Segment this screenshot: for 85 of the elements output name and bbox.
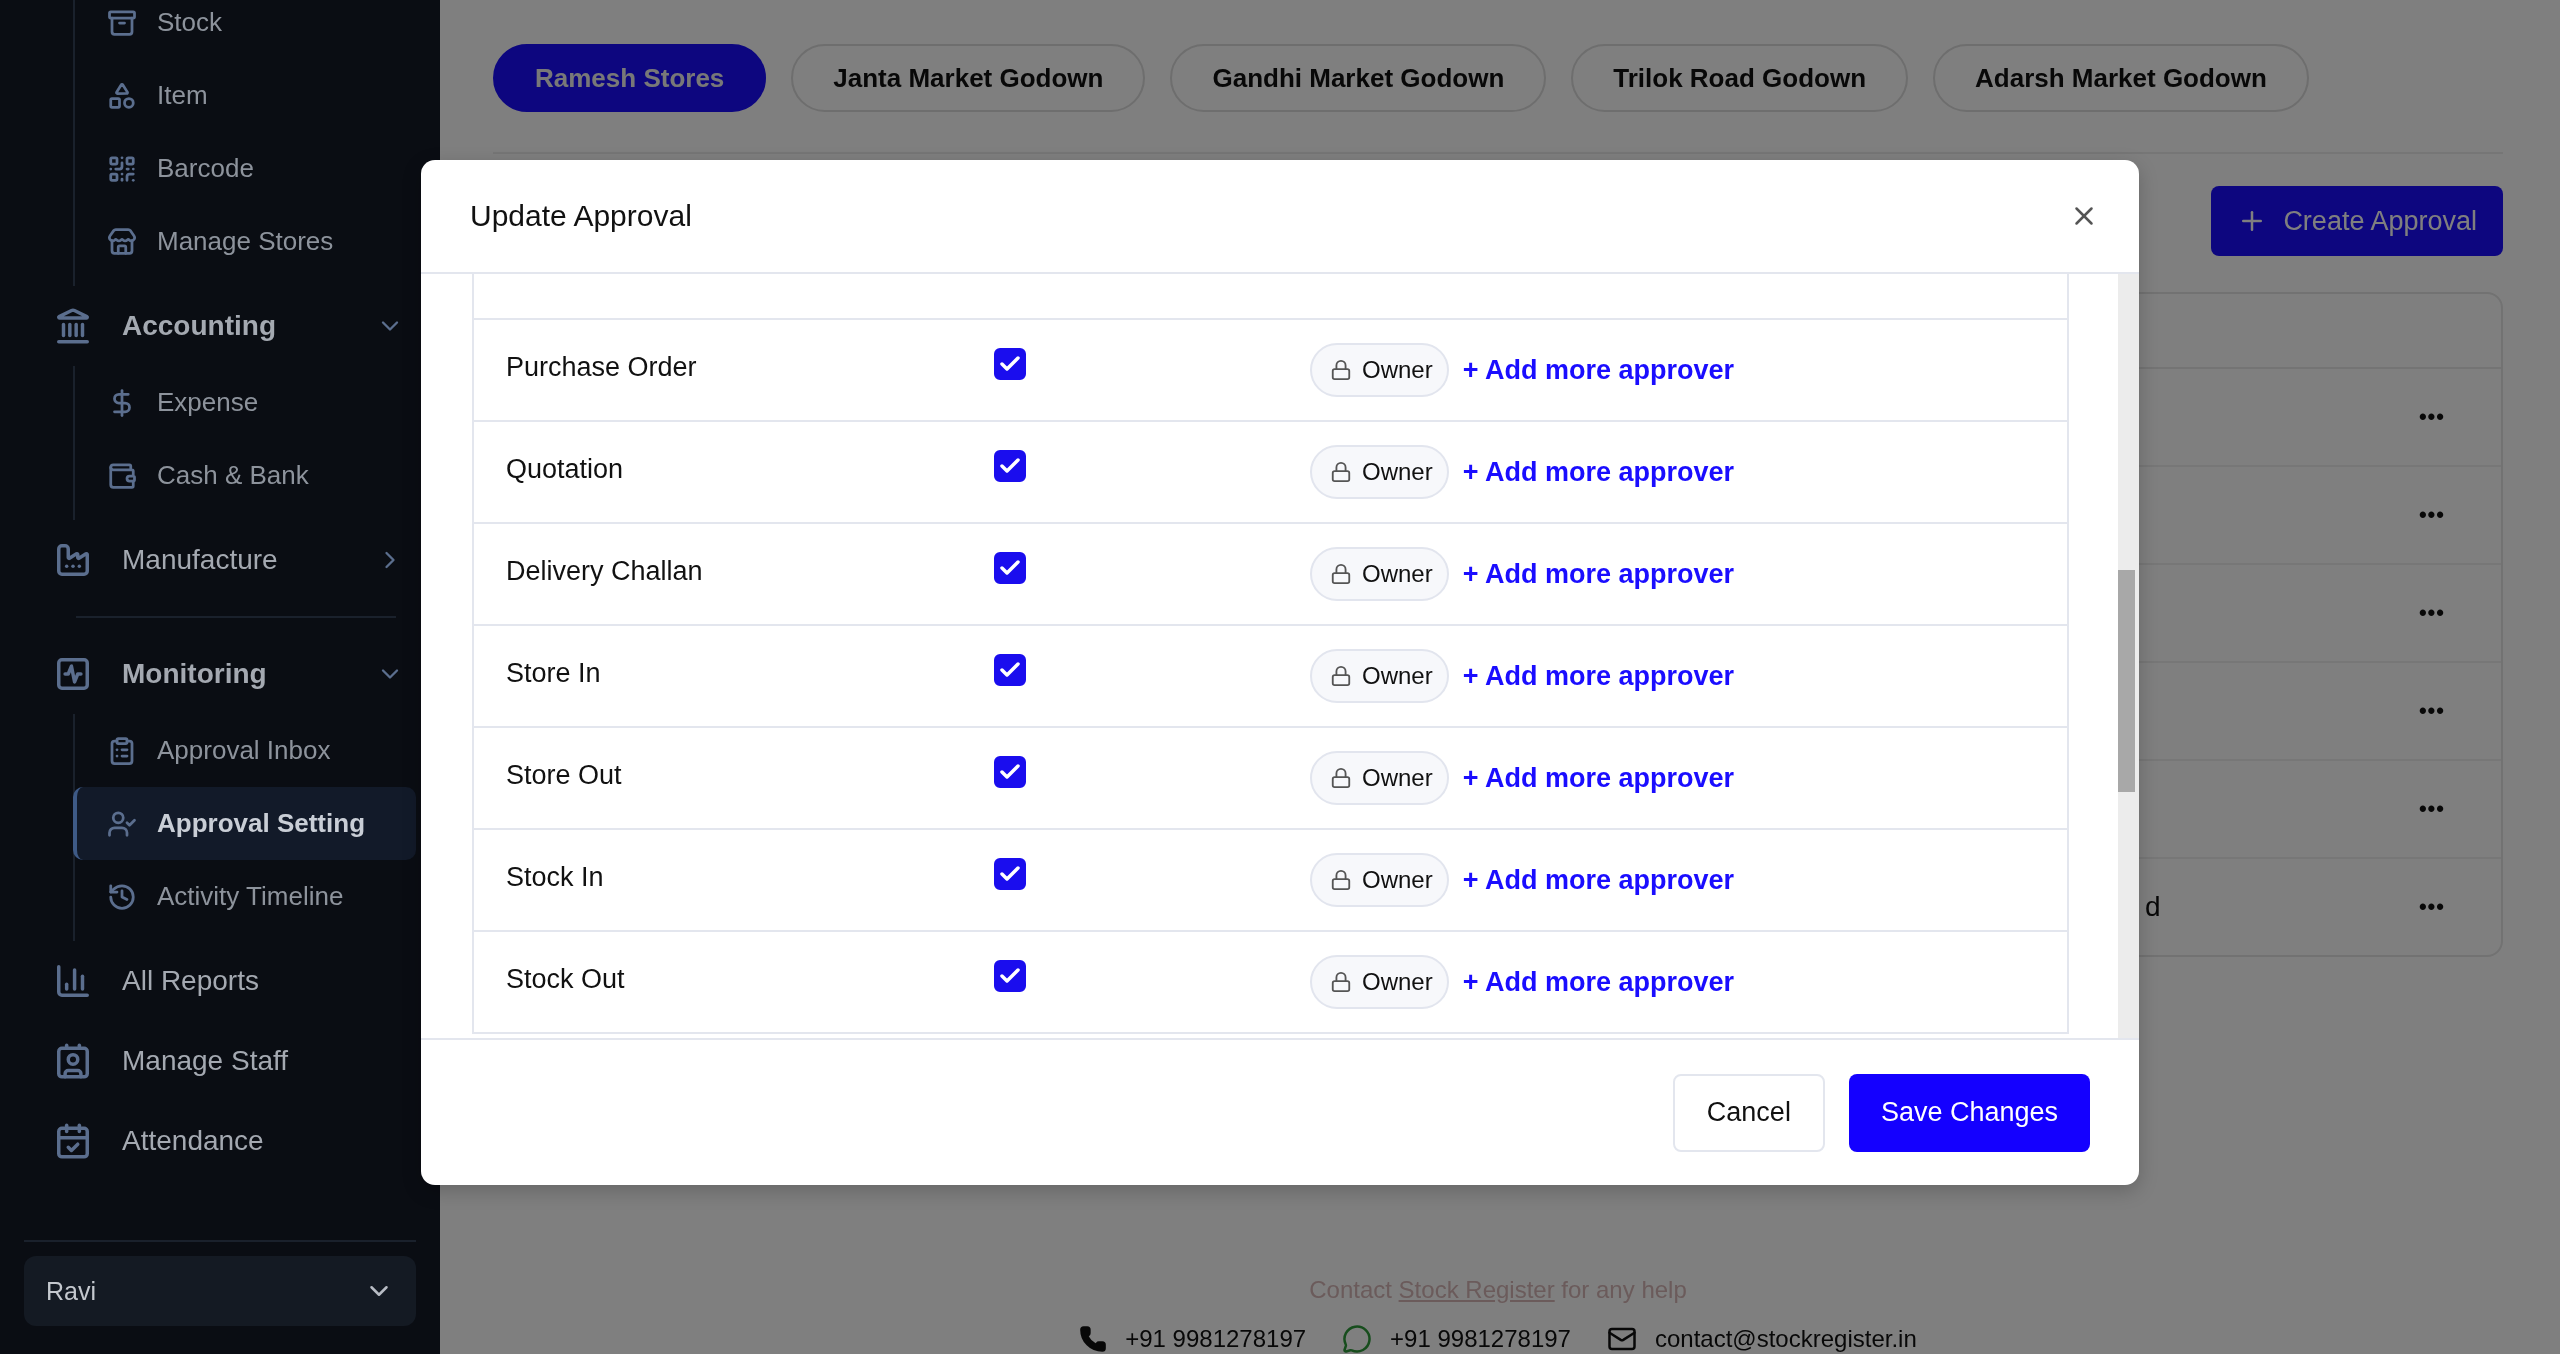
lock-icon xyxy=(1330,869,1352,891)
user-select[interactable]: Ravi xyxy=(24,1256,416,1326)
store-tab[interactable]: Ramesh Stores xyxy=(493,44,767,112)
store-tab[interactable]: Trilok Road Godown xyxy=(1571,44,1909,112)
add-approver-link[interactable]: + Add more approver xyxy=(1462,660,1734,692)
email-address: contact@stockregister.in xyxy=(1654,1325,1917,1353)
approval-checkbox[interactable] xyxy=(994,552,1026,584)
approver-chip: Owner xyxy=(1310,547,1449,601)
more-menu[interactable]: ••• xyxy=(2418,600,2445,626)
more-menu[interactable]: ••• xyxy=(2418,796,2445,822)
approver-chip: Owner xyxy=(1310,751,1449,805)
sidebar-section[interactable]: Accounting xyxy=(24,286,416,366)
add-approver-link[interactable]: + Add more approver xyxy=(1462,864,1734,896)
wallet-icon xyxy=(107,460,137,491)
approval-checkbox[interactable] xyxy=(994,654,1026,686)
sidebar-item[interactable]: Stock xyxy=(73,0,416,59)
store-tab[interactable]: Gandhi Market Godown xyxy=(1170,44,1547,112)
more-menu[interactable]: ••• xyxy=(2418,894,2445,920)
sidebar-section[interactable]: Monitoring xyxy=(24,634,416,714)
approver-chip: Owner xyxy=(1310,445,1449,499)
cancel-button[interactable]: Cancel xyxy=(1672,1073,1825,1152)
approval-checkbox[interactable] xyxy=(994,858,1026,890)
history-icon xyxy=(107,881,137,912)
activity-icon xyxy=(54,655,92,693)
document-type: Store In xyxy=(506,657,602,689)
add-approver-link[interactable]: + Add more approver xyxy=(1462,966,1734,998)
store-tab[interactable]: Adarsh Market Godown xyxy=(1933,44,2309,112)
document-type: Stock Out xyxy=(506,963,626,995)
more-menu[interactable]: ••• xyxy=(2418,502,2445,528)
sidebar-item[interactable]: Cash & Bank xyxy=(73,439,416,512)
dialog-title: Update Approval xyxy=(470,199,692,233)
sidebar-item[interactable]: Approval Inbox xyxy=(73,714,416,787)
approver-chip: Owner xyxy=(1310,955,1449,1009)
bar-chart-icon xyxy=(54,962,92,1000)
lock-icon xyxy=(1330,665,1352,687)
sidebar-section[interactable]: Manufacture xyxy=(24,520,416,600)
table-cell: d xyxy=(2145,891,2161,923)
phone-icon xyxy=(1079,1325,1108,1353)
bank-icon xyxy=(54,307,92,345)
approver-chip: Owner xyxy=(1310,343,1449,397)
create-approval-button[interactable]: Create Approval xyxy=(2211,186,2503,256)
store-tab[interactable]: Janta Market Godown xyxy=(791,44,1146,112)
lock-icon xyxy=(1330,359,1352,381)
sidebar-item[interactable]: All Reports xyxy=(24,941,416,1021)
scrollbar-thumb[interactable] xyxy=(2118,570,2135,792)
factory-icon xyxy=(54,541,92,579)
shapes-icon xyxy=(107,80,137,111)
calendar-icon xyxy=(54,1122,92,1160)
document-type: Stock In xyxy=(506,861,605,893)
sidebar-item[interactable]: Approval Setting xyxy=(73,787,416,860)
approver-chip: Owner xyxy=(1310,853,1449,907)
lock-icon xyxy=(1330,563,1352,585)
user-check-icon xyxy=(107,808,137,839)
sidebar-item[interactable]: Manage Staff xyxy=(24,1021,416,1101)
lock-icon xyxy=(1330,461,1352,483)
document-type: Quotation xyxy=(506,453,625,485)
add-approver-link[interactable]: + Add more approver xyxy=(1462,354,1734,386)
more-menu[interactable]: ••• xyxy=(2418,404,2445,430)
add-approver-link[interactable]: + Add more approver xyxy=(1462,456,1734,488)
more-menu[interactable]: ••• xyxy=(2418,698,2445,724)
add-approver-link[interactable]: + Add more approver xyxy=(1462,762,1734,794)
store-icon xyxy=(107,226,137,257)
sidebar-item[interactable]: Barcode xyxy=(73,132,416,205)
sidebar-item[interactable]: Expense xyxy=(73,366,416,439)
sidebar-item[interactable]: Item xyxy=(73,59,416,132)
approval-checkbox[interactable] xyxy=(994,450,1026,482)
id-card-icon xyxy=(54,1042,92,1080)
document-type: Store Out xyxy=(506,759,623,791)
save-changes-button[interactable]: Save Changes xyxy=(1848,1073,2090,1152)
sidebar-item[interactable]: Manage Stores xyxy=(73,205,416,278)
qr-code-icon xyxy=(107,153,137,184)
approver-chip: Owner xyxy=(1310,649,1449,703)
approval-checkbox[interactable] xyxy=(994,960,1026,992)
sidebar-item[interactable]: Activity Timeline xyxy=(73,860,416,933)
whatsapp-number: +91 9981278197 xyxy=(1390,1325,1571,1353)
add-approver-link[interactable]: + Add more approver xyxy=(1462,558,1734,590)
document-type: Purchase Order xyxy=(506,351,698,383)
approval-checkbox[interactable] xyxy=(994,756,1026,788)
sidebar-item[interactable]: Attendance xyxy=(24,1101,416,1181)
lock-icon xyxy=(1330,767,1352,789)
document-type: Delivery Challan xyxy=(506,555,704,587)
archive-icon xyxy=(107,7,137,38)
lock-icon xyxy=(1330,971,1352,993)
approval-checkbox[interactable] xyxy=(994,348,1026,380)
phone-number: +91 9981278197 xyxy=(1125,1325,1307,1353)
